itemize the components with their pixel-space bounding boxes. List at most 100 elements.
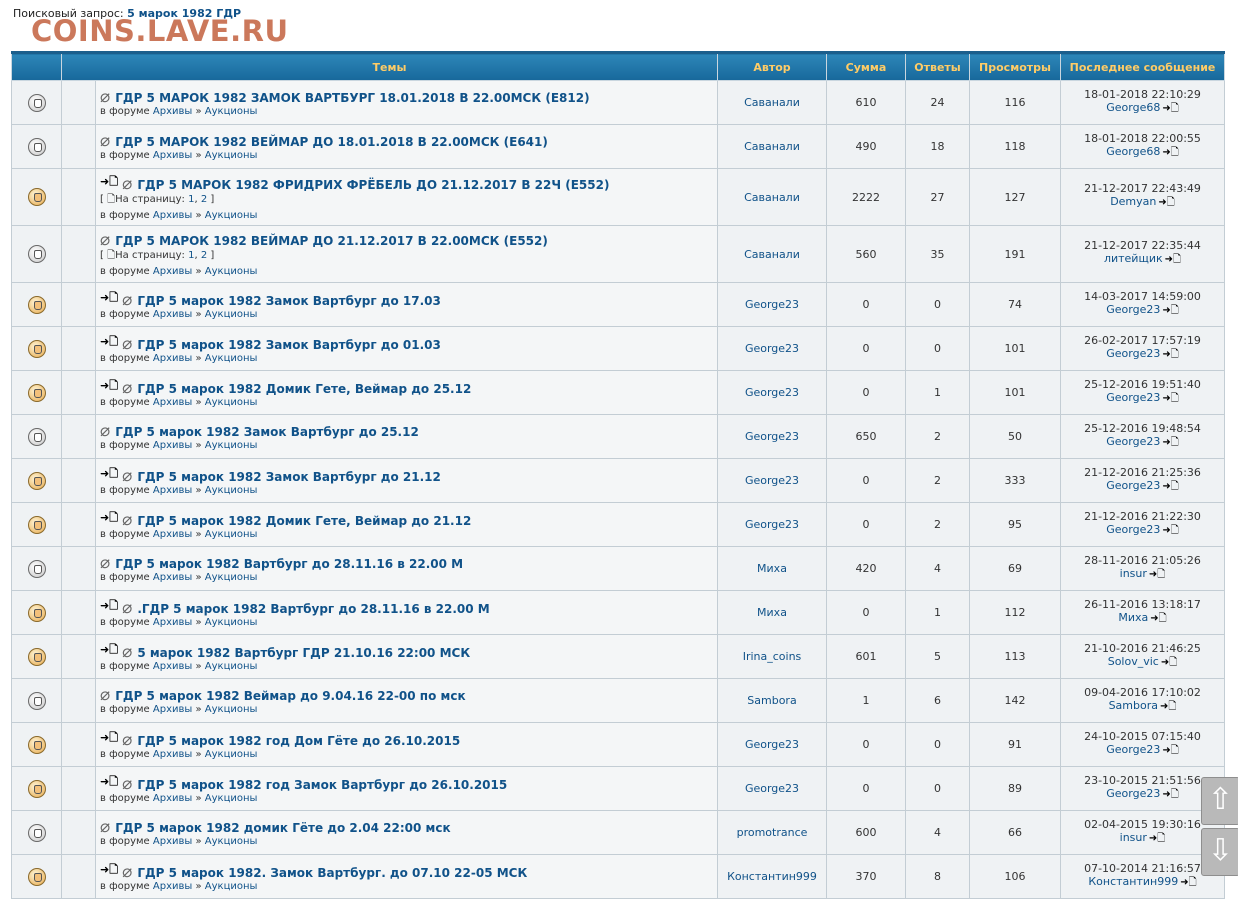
goto-last-post-icon[interactable]: ➜🗋 — [1149, 569, 1165, 580]
topic-title-link[interactable]: ГДР 5 марок 1982 год Замок Вартбург до 2… — [137, 778, 507, 792]
forum-link[interactable]: Архивы — [153, 661, 192, 672]
forum-link[interactable]: Архивы — [153, 881, 192, 892]
subforum-link[interactable]: Аукционы — [205, 440, 258, 451]
forum-link[interactable]: Архивы — [153, 309, 192, 320]
last-post-user-link[interactable]: Sambora — [1109, 699, 1158, 712]
last-post-user-link[interactable]: George23 — [1106, 523, 1160, 536]
goto-last-post-icon[interactable]: ➜🗋 — [1162, 789, 1178, 800]
goto-last-post-icon[interactable]: ➜🗋 — [1150, 613, 1166, 624]
last-post-user-link[interactable]: Константин999 — [1088, 875, 1178, 888]
subforum-link[interactable]: Аукционы — [205, 661, 258, 672]
forum-link[interactable]: Архивы — [153, 749, 192, 760]
subforum-link[interactable]: Аукционы — [205, 353, 258, 364]
topic-title-link[interactable]: ГДР 5 МАРОК 1982 ВЕЙМАР ДО 18.01.2018 В … — [115, 135, 548, 149]
subforum-link[interactable]: Аукционы — [205, 309, 258, 320]
topic-title-link[interactable]: ГДР 5 марок 1982 Домик Гете, Веймар до 2… — [137, 382, 471, 396]
forum-link[interactable]: Архивы — [153, 353, 192, 364]
author-link[interactable]: Миха — [757, 606, 787, 619]
last-post-user-link[interactable]: George23 — [1106, 303, 1160, 316]
forum-link[interactable]: Архивы — [153, 397, 192, 408]
topic-title-link[interactable]: ГДР 5 марок 1982 Замок Вартбург до 21.12 — [137, 470, 441, 484]
topic-title-link[interactable]: ГДР 5 марок 1982 год Дом Гёте до 26.10.2… — [137, 734, 460, 748]
topic-title-link[interactable]: .ГДР 5 марок 1982 Вартбург до 28.11.16 в… — [137, 602, 489, 616]
goto-last-post-icon[interactable]: ➜🗋 — [1149, 833, 1165, 844]
last-post-user-link[interactable]: George23 — [1106, 391, 1160, 404]
forum-link[interactable]: Архивы — [153, 440, 192, 451]
subforum-link[interactable]: Аукционы — [205, 793, 258, 804]
new-post-arrow-icon[interactable]: ➜🗋 — [100, 333, 118, 352]
subforum-link[interactable]: Аукционы — [205, 485, 258, 496]
forum-link[interactable]: Архивы — [153, 793, 192, 804]
author-link[interactable]: George23 — [745, 386, 799, 399]
subforum-link[interactable]: Аукционы — [205, 210, 258, 221]
author-link[interactable]: Саванали — [744, 96, 800, 109]
forum-link[interactable]: Архивы — [153, 210, 192, 221]
subforum-link[interactable]: Аукционы — [205, 529, 258, 540]
author-link[interactable]: Irina_coins — [743, 650, 802, 663]
author-link[interactable]: George23 — [745, 474, 799, 487]
goto-last-post-icon[interactable]: ➜🗋 — [1162, 525, 1178, 536]
topic-title-link[interactable]: ГДР 5 марок 1982 Домик Гете, Веймар до 2… — [137, 514, 471, 528]
author-link[interactable]: George23 — [745, 430, 799, 443]
subforum-link[interactable]: Аукционы — [205, 836, 258, 847]
topic-title-link[interactable]: ГДР 5 МАРОК 1982 ФРИДРИХ ФРЁБЕЛЬ ДО 21.1… — [137, 178, 609, 192]
author-link[interactable]: promotrance — [737, 826, 808, 839]
author-link[interactable]: George23 — [745, 342, 799, 355]
last-post-user-link[interactable]: Миха — [1118, 611, 1148, 624]
topic-title-link[interactable]: 5 марок 1982 Вартбург ГДР 21.10.16 22:00… — [137, 646, 470, 660]
forum-link[interactable]: Архивы — [153, 529, 192, 540]
author-link[interactable]: Константин999 — [727, 870, 817, 883]
new-post-arrow-icon[interactable]: ➜🗋 — [100, 509, 118, 528]
last-post-user-link[interactable]: Demyan — [1110, 195, 1156, 208]
last-post-user-link[interactable]: insur — [1120, 831, 1147, 844]
forum-link[interactable]: Архивы — [153, 572, 192, 583]
author-link[interactable]: George23 — [745, 738, 799, 751]
author-link[interactable]: Миха — [757, 562, 787, 575]
forum-link[interactable]: Архивы — [153, 106, 192, 117]
scroll-down-arrow-icon[interactable]: ⇩ — [1201, 828, 1238, 876]
topic-title-link[interactable]: ГДР 5 марок 1982. Замок Вартбург. до 07.… — [137, 866, 527, 880]
new-post-arrow-icon[interactable]: ➜🗋 — [100, 377, 118, 396]
topic-title-link[interactable]: ГДР 5 марок 1982 Замок Вартбург до 17.03 — [137, 294, 441, 308]
new-post-arrow-icon[interactable]: ➜🗋 — [100, 773, 118, 792]
new-post-arrow-icon[interactable]: ➜🗋 — [100, 289, 118, 308]
new-post-arrow-icon[interactable]: ➜🗋 — [100, 861, 118, 880]
new-post-arrow-icon[interactable]: ➜🗋 — [100, 597, 118, 616]
forum-link[interactable]: Архивы — [153, 266, 192, 277]
last-post-user-link[interactable]: George23 — [1106, 743, 1160, 756]
author-link[interactable]: George23 — [745, 782, 799, 795]
topic-title-link[interactable]: ГДР 5 марок 1982 Веймар до 9.04.16 22-00… — [115, 689, 465, 703]
subforum-link[interactable]: Аукционы — [205, 617, 258, 628]
last-post-user-link[interactable]: George23 — [1106, 347, 1160, 360]
goto-last-post-icon[interactable]: ➜🗋 — [1162, 103, 1178, 114]
topic-title-link[interactable]: ГДР 5 марок 1982 Замок Вартбург до 01.03 — [137, 338, 441, 352]
last-post-user-link[interactable]: George23 — [1106, 479, 1160, 492]
goto-last-post-icon[interactable]: ➜🗋 — [1162, 147, 1178, 158]
subforum-link[interactable]: Аукционы — [205, 881, 258, 892]
subforum-link[interactable]: Аукционы — [205, 749, 258, 760]
last-post-user-link[interactable]: George68 — [1106, 145, 1160, 158]
subforum-link[interactable]: Аукционы — [205, 397, 258, 408]
last-post-user-link[interactable]: George23 — [1106, 787, 1160, 800]
new-post-arrow-icon[interactable]: ➜🗋 — [100, 465, 118, 484]
new-post-arrow-icon[interactable]: ➜🗋 — [100, 641, 118, 660]
topic-title-link[interactable]: ГДР 5 марок 1982 Замок Вартбург до 25.12 — [115, 425, 419, 439]
forum-link[interactable]: Архивы — [153, 836, 192, 847]
subforum-link[interactable]: Аукционы — [205, 704, 258, 715]
forum-link[interactable]: Архивы — [153, 704, 192, 715]
goto-last-post-icon[interactable]: ➜🗋 — [1158, 197, 1174, 208]
author-link[interactable]: George23 — [745, 298, 799, 311]
subforum-link[interactable]: Аукционы — [205, 572, 258, 583]
new-post-arrow-icon[interactable]: ➜🗋 — [100, 729, 118, 748]
topic-title-link[interactable]: ГДР 5 марок 1982 Вартбург до 28.11.16 в … — [115, 557, 463, 571]
topic-title-link[interactable]: ГДР 5 марок 1982 домик Гёте до 2.04 22:0… — [115, 821, 450, 835]
author-link[interactable]: Саванали — [744, 248, 800, 261]
scroll-up-arrow-icon[interactable]: ⇧ — [1201, 777, 1238, 825]
forum-link[interactable]: Архивы — [153, 485, 192, 496]
last-post-user-link[interactable]: insur — [1120, 567, 1147, 580]
goto-last-post-icon[interactable]: ➜🗋 — [1180, 877, 1196, 888]
goto-last-post-icon[interactable]: ➜🗋 — [1162, 481, 1178, 492]
last-post-user-link[interactable]: Solov_vic — [1108, 655, 1159, 668]
topic-title-link[interactable]: ГДР 5 МАРОК 1982 ЗАМОК ВАРТБУРГ 18.01.20… — [115, 91, 589, 105]
subforum-link[interactable]: Аукционы — [205, 106, 258, 117]
